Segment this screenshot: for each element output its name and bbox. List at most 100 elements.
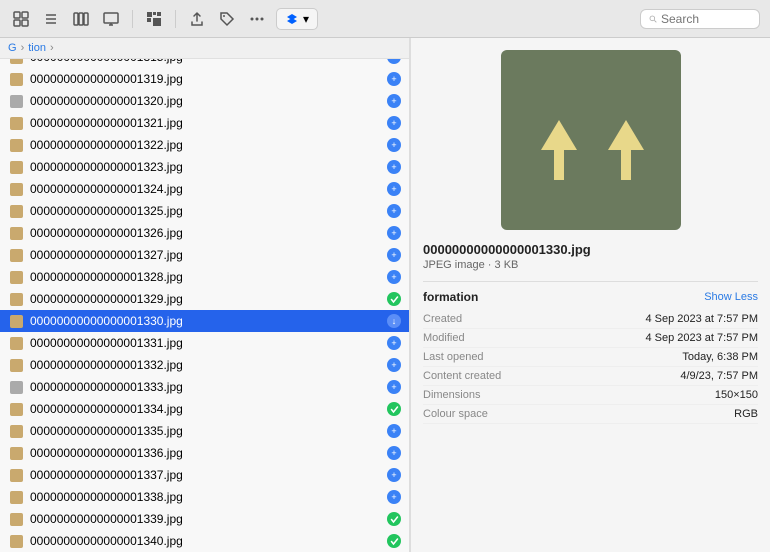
file-name-1320: 00000000000000001320.jpg: [30, 94, 381, 108]
breadcrumb-separator: ›: [21, 42, 25, 54]
file-name-1327: 00000000000000001327.jpg: [30, 248, 381, 262]
file-status-1321: +: [387, 116, 401, 130]
file-name-1325: 00000000000000001325.jpg: [30, 204, 381, 218]
file-item-1325[interactable]: 00000000000000001325.jpg +: [0, 200, 409, 222]
dropbox-button[interactable]: ▾: [276, 8, 318, 30]
breadcrumb-item-1[interactable]: G: [8, 42, 17, 54]
file-item-1335[interactable]: 00000000000000001335.jpg +: [0, 420, 409, 442]
file-status-1340: [387, 534, 401, 548]
file-name-1339: 00000000000000001339.jpg: [30, 512, 381, 526]
file-list: 00000000000000001315.jpg +000000000000000…: [0, 59, 409, 552]
file-item-1322[interactable]: 00000000000000001322.jpg+: [0, 134, 409, 156]
more-icon[interactable]: [246, 8, 268, 30]
file-status-1329: [387, 292, 401, 306]
file-item-1330[interactable]: 00000000000000001330.jpg↓: [0, 310, 409, 332]
file-status-1322: +: [387, 138, 401, 152]
grid2-icon[interactable]: [143, 8, 165, 30]
info-row: Modified4 Sep 2023 at 7:57 PM: [423, 329, 758, 348]
file-status-1319: +: [387, 72, 401, 86]
file-item-1331[interactable]: 00000000000000001331.jpg +: [0, 332, 409, 354]
file-item-1315[interactable]: 00000000000000001315.jpg +: [0, 59, 409, 68]
file-icon-1319: [8, 71, 24, 87]
file-name-1326: 00000000000000001326.jpg: [30, 226, 381, 240]
info-row-label: Last opened: [423, 351, 523, 363]
file-name-1330: 00000000000000001330.jpg: [30, 314, 381, 328]
file-icon-1323: [8, 159, 24, 175]
info-row: Created4 Sep 2023 at 7:57 PM: [423, 310, 758, 329]
file-icon-1330: [8, 313, 24, 329]
grid-icon[interactable]: [10, 8, 32, 30]
file-name-1340: 00000000000000001340.jpg: [30, 534, 381, 548]
breadcrumb-item-2[interactable]: tion: [28, 42, 46, 54]
file-name-1315: 00000000000000001315.jpg: [30, 59, 381, 64]
file-status-1332: +: [387, 358, 401, 372]
file-icon-1338: [8, 489, 24, 505]
file-icon-1322: [8, 137, 24, 153]
search-bar[interactable]: [640, 9, 760, 29]
file-status-1337: +: [387, 468, 401, 482]
file-icon-1328: [8, 269, 24, 285]
main-content: G › tion › 00000000000000001315.jpg +0000…: [0, 38, 770, 552]
file-icon-1329: [8, 291, 24, 307]
file-status-1315: +: [387, 59, 401, 64]
file-item-1333[interactable]: 00000000000000001333.jpg+: [0, 376, 409, 398]
show-less-button[interactable]: Show Less: [704, 291, 758, 303]
file-item-1319[interactable]: 00000000000000001319.jpg+: [0, 68, 409, 90]
file-icon-1335: [8, 423, 24, 439]
file-item-1336[interactable]: 00000000000000001336.jpg+: [0, 442, 409, 464]
preview-panel: 00000000000000001330.jpg JPEG image · 3 …: [410, 38, 770, 552]
file-icon-1324: [8, 181, 24, 197]
info-row-value: 4 Sep 2023 at 7:57 PM: [523, 332, 758, 344]
separator-1: [132, 10, 133, 28]
file-status-1324: +: [387, 182, 401, 196]
arrow-sign: [536, 90, 646, 190]
info-row-label: Modified: [423, 332, 523, 344]
file-status-1335: +: [387, 424, 401, 438]
info-row: Content created4/9/23, 7:57 PM: [423, 367, 758, 386]
info-row: Last openedToday, 6:38 PM: [423, 348, 758, 367]
file-item-1328[interactable]: 00000000000000001328.jpg+: [0, 266, 409, 288]
list-icon[interactable]: [40, 8, 62, 30]
file-status-1339: [387, 512, 401, 526]
file-status-1325: +: [387, 204, 401, 218]
file-item-1321[interactable]: 00000000000000001321.jpg+: [0, 112, 409, 134]
file-status-1331: +: [387, 336, 401, 350]
breadcrumb-arrow-2: ›: [50, 42, 54, 54]
file-status-1328: +: [387, 270, 401, 284]
file-item-1323[interactable]: 00000000000000001323.jpg+: [0, 156, 409, 178]
file-status-1336: +: [387, 446, 401, 460]
file-item-1340[interactable]: 00000000000000001340.jpg: [0, 530, 409, 552]
file-item-1326[interactable]: 00000000000000001326.jpg+: [0, 222, 409, 244]
file-item-1320[interactable]: 00000000000000001320.jpg+: [0, 90, 409, 112]
file-item-1332[interactable]: 00000000000000001332.jpg+: [0, 354, 409, 376]
file-item-1327[interactable]: 00000000000000001327.jpg+: [0, 244, 409, 266]
toolbar: ▾: [0, 0, 770, 38]
file-icon-1331: [8, 335, 24, 351]
file-item-1329[interactable]: 00000000000000001329.jpg: [0, 288, 409, 310]
monitor-icon[interactable]: [100, 8, 122, 30]
info-row-value: 4 Sep 2023 at 7:57 PM: [523, 313, 758, 325]
search-input[interactable]: [661, 12, 751, 26]
file-name-1331: 00000000000000001331.jpg: [30, 336, 381, 350]
info-row-label: Colour space: [423, 408, 523, 420]
file-icon-1326: [8, 225, 24, 241]
file-icon-1337: [8, 467, 24, 483]
info-title: formation: [423, 290, 478, 304]
columns-icon[interactable]: [70, 8, 92, 30]
file-item-1337[interactable]: 00000000000000001337.jpg+: [0, 464, 409, 486]
file-item-1338[interactable]: 00000000000000001338.jpg+: [0, 486, 409, 508]
file-item-1334[interactable]: 00000000000000001334.jpg: [0, 398, 409, 420]
breadcrumb: G › tion ›: [0, 38, 409, 59]
file-item-1324[interactable]: 00000000000000001324.jpg+: [0, 178, 409, 200]
info-row: Colour spaceRGB: [423, 405, 758, 424]
info-row-value: 4/9/23, 7:57 PM: [523, 370, 758, 382]
file-name-1334: 00000000000000001334.jpg: [30, 402, 381, 416]
share-icon[interactable]: [186, 8, 208, 30]
file-icon-1340: [8, 533, 24, 549]
file-item-1339[interactable]: 00000000000000001339.jpg: [0, 508, 409, 530]
file-icon-1320: [8, 93, 24, 109]
file-name-1335: 00000000000000001335.jpg: [30, 424, 381, 438]
file-icon-1333: [8, 379, 24, 395]
tag-icon[interactable]: [216, 8, 238, 30]
file-status-1333: +: [387, 380, 401, 394]
